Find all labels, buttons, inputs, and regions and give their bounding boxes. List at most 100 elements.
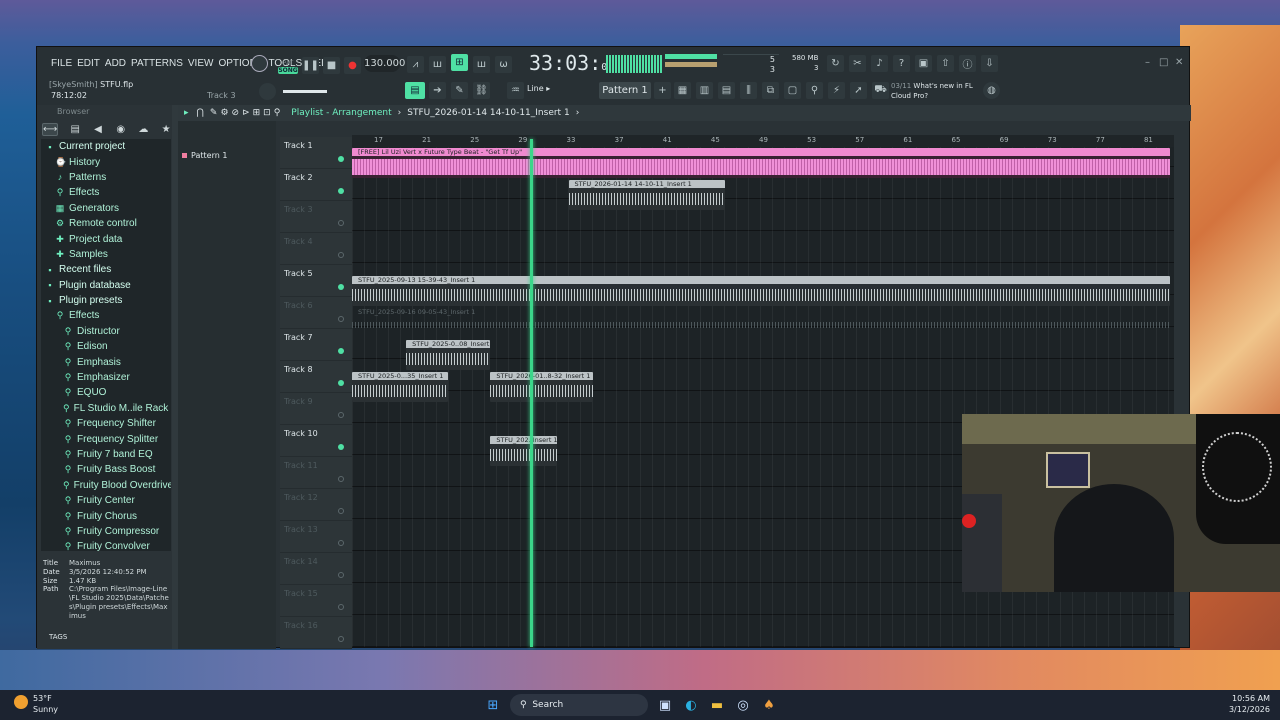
track-header[interactable]: Track 9	[280, 393, 352, 425]
track-mute-led[interactable]	[338, 220, 344, 226]
close-icon[interactable]: ✕	[1175, 57, 1183, 68]
playlist-tools-icons[interactable]: ✎⚙⊘⊳⊞⊡⚲	[210, 108, 283, 118]
track-header[interactable]: Track 12	[280, 489, 352, 521]
browser-item[interactable]: ⚲ Edison	[41, 339, 171, 354]
news-panel[interactable]: 03/11 What's new in FL Cloud Pro?	[891, 81, 987, 101]
track-header[interactable]: Track 3	[280, 201, 352, 233]
track-header[interactable]: Track 15	[280, 585, 352, 617]
plugin-icon[interactable]: ⚡	[828, 82, 845, 99]
browser-item[interactable]: ⚲ Emphasizer	[41, 370, 171, 385]
task-view-icon[interactable]: ▣	[656, 696, 674, 714]
obs-icon[interactable]: ◎	[734, 696, 752, 714]
tempo-tapper-icon[interactable]: ➚	[850, 82, 867, 99]
audio-clip[interactable]: STFU_202..Insert 1	[490, 436, 557, 466]
track-mute-led[interactable]	[338, 476, 344, 482]
weather-widget[interactable]: 53°F Sunny	[14, 693, 58, 715]
browser-item[interactable]: ⚲ Fruity Chorus	[41, 508, 171, 523]
browser-item[interactable]: ⚲ Frequency Shifter	[41, 416, 171, 431]
link-icon[interactable]: ⛓	[473, 82, 490, 99]
browser-item[interactable]: ⚲ Fruity 7 band EQ	[41, 447, 171, 462]
pattern-selector[interactable]: Pattern 1	[599, 82, 651, 99]
browser-item[interactable]: ✚ Project data	[41, 231, 171, 246]
playlist-arrow-icon[interactable]: ▸	[184, 108, 189, 118]
browser-item[interactable]: ⚲ Fruity Blood Overdrive	[41, 478, 171, 493]
browser-item[interactable]: ▪ Plugin database	[41, 278, 171, 293]
clock[interactable]: 10:56 AM 3/12/2026	[1229, 693, 1270, 715]
info-icon[interactable]: ⓘ	[959, 55, 976, 72]
search-box[interactable]: ⚲ Search	[510, 694, 648, 716]
track-mute-led[interactable]	[338, 348, 344, 354]
mixer-icon[interactable]: ⫼	[740, 82, 757, 99]
track-header[interactable]: Track 6	[280, 297, 352, 329]
browser-item[interactable]: ▪ Plugin presets	[41, 293, 171, 308]
playhead[interactable]	[530, 139, 534, 647]
main-pitch-knob[interactable]	[259, 83, 276, 100]
track-mute-led[interactable]	[338, 188, 344, 194]
edge-icon[interactable]: ◐	[682, 696, 700, 714]
plugin-picker-icon[interactable]: ⧉	[762, 82, 779, 99]
song-mode-toggle[interactable]: PAT SONG	[278, 60, 298, 75]
typing-keyboard-icon[interactable]: ⚲	[806, 82, 823, 99]
all-tab-icon[interactable]: ⟷	[42, 122, 59, 136]
track-header[interactable]: Track 4	[280, 233, 352, 265]
arrow-icon[interactable]: ➔	[429, 82, 446, 99]
track-header[interactable]: Track 2	[280, 169, 352, 201]
pencil-icon[interactable]: ✎	[451, 82, 468, 99]
start-icon[interactable]: ⊞	[484, 696, 502, 714]
track-mute-led[interactable]	[338, 508, 344, 514]
track-header[interactable]: Track 10	[280, 425, 352, 457]
snap-icon[interactable]: ▤	[405, 82, 425, 99]
track-header[interactable]: Track 5	[280, 265, 352, 297]
browser-item[interactable]: ✚ Samples	[41, 247, 171, 262]
audio-clip[interactable]: STFU_2026-01..8-32_Insert 1	[490, 372, 593, 402]
snap-select[interactable]: Line ▸	[527, 84, 575, 98]
browser-item[interactable]: ♪ Patterns	[41, 170, 171, 185]
microphone-icon[interactable]: ♪	[871, 55, 888, 72]
refresh-icon[interactable]: ↻	[827, 55, 844, 72]
record-button[interactable]: ●	[344, 57, 361, 74]
track-header[interactable]: Track 7	[280, 329, 352, 361]
track-header[interactable]: Track 13	[280, 521, 352, 553]
browser-item[interactable]: ▦ Generators	[41, 201, 171, 216]
track-mute-led[interactable]	[338, 444, 344, 450]
maximize-icon[interactable]: □	[1159, 57, 1168, 68]
menu-view[interactable]: VIEW	[188, 58, 214, 69]
track-mute-led[interactable]	[338, 540, 344, 546]
track-mute-led[interactable]	[338, 412, 344, 418]
track-mute-led[interactable]	[338, 636, 344, 642]
speaker-tab-icon[interactable]: ◀	[92, 124, 104, 135]
snap-magnet-icon[interactable]: ♒	[507, 82, 524, 99]
countdown-icon[interactable]: ⊞	[451, 54, 468, 71]
add-pattern-icon[interactable]: +	[654, 82, 671, 99]
browser-item[interactable]: ⚲ Fruity Center	[41, 493, 171, 508]
track-mute-led[interactable]	[338, 380, 344, 386]
browser-item[interactable]: ⌚ History	[41, 154, 171, 169]
track-header[interactable]: Track 8	[280, 361, 352, 393]
track-mute-led[interactable]	[338, 572, 344, 578]
timeline-ruler[interactable]: 17 21 25 29 33 37 41 45 49 53 57 61 65 69 73 77 81	[352, 135, 1174, 147]
browser-item[interactable]: ⚲ Emphasis	[41, 354, 171, 369]
tools-icon[interactable]: ✂	[849, 55, 866, 72]
magnet-icon[interactable]: ⋂	[197, 108, 204, 118]
track-mute-led[interactable]	[338, 284, 344, 290]
browser-item[interactable]: ⚲ Effects	[41, 185, 171, 200]
track-mute-led[interactable]	[338, 316, 344, 322]
master-pitch-slider[interactable]	[283, 90, 327, 93]
audio-clip[interactable]: STFU_2026-01-14 14-10-11_Insert 1	[568, 180, 725, 210]
channel-rack-icon[interactable]: ▥	[696, 82, 713, 99]
pattern-item[interactable]: Pattern 1	[182, 151, 227, 160]
menu-file[interactable]: FILE	[51, 58, 72, 69]
wait-icon[interactable]: ш	[429, 56, 446, 73]
cloud-tab-icon[interactable]: ☁	[138, 124, 150, 135]
browser-item[interactable]: ⚲ Frequency Splitter	[41, 431, 171, 446]
browser-item[interactable]: ▪ Current project	[41, 139, 171, 154]
browser-item[interactable]: ⚲ Effects	[41, 308, 171, 323]
track-mute-led[interactable]	[338, 252, 344, 258]
step-edit-icon[interactable]: ш	[473, 56, 490, 73]
track-mute-led[interactable]	[338, 604, 344, 610]
playlist-icon[interactable]: ▦	[674, 82, 691, 99]
audio-clip[interactable]: [FREE] Lil Uzi Vert x Future Type Beat -…	[352, 148, 1171, 178]
tempo-display[interactable]: 130.000	[364, 55, 405, 72]
audio-clip[interactable]: STFU_2025-09-16 09-05-43_Insert 1	[352, 308, 1171, 338]
browser-item[interactable]: ⚲ Fruity Bass Boost	[41, 462, 171, 477]
